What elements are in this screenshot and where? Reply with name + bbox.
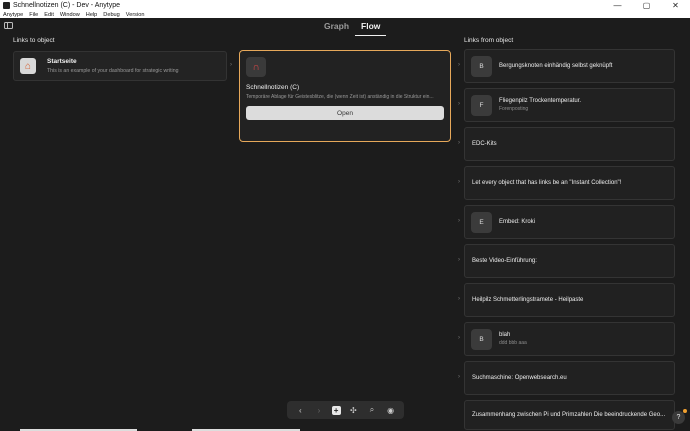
list-item-title: Let every object that has links be an "I…: [472, 180, 622, 186]
current-object-card[interactable]: ∩ Schnellnotizen (C) Temporäre Ablage fü…: [239, 50, 451, 142]
menu-debug[interactable]: Debug: [103, 12, 119, 18]
menu-edit[interactable]: Edit: [44, 12, 54, 18]
list-item-title: EDC-Kits: [472, 141, 497, 147]
plus-icon[interactable]: +: [331, 405, 341, 415]
current-object-title: Schnellnotizen (C): [246, 84, 300, 91]
tab-graph[interactable]: Graph: [318, 19, 355, 36]
list-item-title: Heilpilz Schmetterlingstramete - Heilpas…: [472, 297, 584, 303]
list-item[interactable]: F Fliegenpilz Trockentemperatur. Forenpo…: [464, 88, 675, 122]
forward-icon[interactable]: ›: [313, 406, 325, 415]
house-icon: ⌂: [20, 58, 36, 74]
chevron-right-icon: ›: [458, 257, 460, 263]
chevron-right-icon: ›: [458, 179, 460, 185]
settings-icon[interactable]: ◉: [385, 406, 397, 415]
chevron-right-icon: ›: [458, 101, 460, 107]
list-item-title: Bergungsknoten einhändig selbst geknüpft: [499, 63, 613, 69]
links-from-heading: Links from object: [464, 37, 514, 44]
chevron-right-icon: ›: [458, 218, 460, 224]
links-to-heading: Links to object: [13, 37, 55, 44]
list-item-title: Fliegenpilz Trockentemperatur.: [499, 98, 582, 104]
menu-anytype[interactable]: Anytype: [3, 12, 23, 18]
object-avatar: F: [471, 94, 492, 116]
object-avatar: B: [471, 55, 492, 77]
list-item[interactable]: B Bergungsknoten einhändig selbst geknüp…: [464, 49, 675, 83]
chevron-right-icon: ›: [458, 296, 460, 302]
bottom-toolbar: ‹ › + ✣ ⌕ ◉: [287, 401, 404, 419]
link-to-title: Startseite: [47, 58, 77, 65]
list-item[interactable]: E Embed: Kroki: [464, 205, 675, 239]
object-avatar: E: [471, 211, 492, 233]
back-icon[interactable]: ‹: [294, 406, 306, 415]
list-item[interactable]: Beste Video-Einführung:: [464, 244, 675, 278]
object-avatar: B: [471, 328, 492, 350]
open-button[interactable]: Open: [246, 106, 444, 120]
link-to-card[interactable]: ⌂ Startseite This is an example of your …: [13, 51, 227, 81]
list-item[interactable]: EDC-Kits: [464, 127, 675, 161]
list-item-subtitle: ddd bbb aaa: [499, 340, 527, 346]
chevron-right-icon: ›: [458, 140, 460, 146]
current-object-description: Temporäre Ablage für Geistesblitze, die …: [246, 94, 434, 100]
graph-icon[interactable]: ✣: [347, 406, 359, 415]
link-to-subtitle: This is an example of your dashboard for…: [47, 68, 179, 74]
menu-window[interactable]: Window: [60, 12, 80, 18]
close-button[interactable]: ✕: [661, 0, 690, 11]
list-item-subtitle: Forenposting: [499, 106, 529, 112]
list-item-title: Beste Video-Einführung:: [472, 258, 537, 264]
list-item-title: Suchmaschine: Openwebsearch.eu: [472, 375, 567, 381]
sidebar-toggle-icon[interactable]: [4, 22, 13, 29]
tab-flow[interactable]: Flow: [355, 19, 387, 36]
list-item-title: Embed: Kroki: [499, 219, 536, 225]
window-controls: — ▢ ✕: [603, 0, 690, 11]
main-area: Graph Flow Links to object Links from ob…: [0, 18, 690, 431]
view-tabs: Graph Flow: [318, 19, 387, 36]
list-item[interactable]: Suchmaschine: Openwebsearch.eu: [464, 361, 675, 395]
chevron-right-icon: ›: [458, 335, 460, 341]
chevron-right-icon: ›: [458, 374, 460, 380]
maximize-button[interactable]: ▢: [632, 0, 661, 11]
list-item[interactable]: B blah ddd bbb aaa: [464, 322, 675, 356]
menu-bar: Anytype File Edit Window Help Debug Vers…: [0, 11, 690, 18]
list-item[interactable]: Zusammenhang zwischen Pi und Primzahlen …: [464, 400, 675, 430]
magnet-icon: ∩: [246, 57, 266, 77]
menu-help[interactable]: Help: [86, 12, 98, 18]
list-item-title: blah: [499, 332, 511, 338]
menu-version[interactable]: Version: [126, 12, 145, 18]
help-icon[interactable]: ?: [672, 411, 685, 424]
list-item[interactable]: Heilpilz Schmetterlingstramete - Heilpas…: [464, 283, 675, 317]
notification-dot: [683, 409, 687, 413]
chevron-right-icon: ›: [230, 62, 232, 68]
window-title: Schnellnotizen (C) - Dev - Anytype: [13, 2, 120, 9]
menu-file[interactable]: File: [29, 12, 38, 18]
list-item-title: Zusammenhang zwischen Pi und Primzahlen …: [472, 412, 666, 418]
window-titlebar: Schnellnotizen (C) - Dev - Anytype — ▢ ✕: [0, 0, 690, 11]
minimize-button[interactable]: —: [603, 0, 632, 11]
app-logo-icon: [3, 2, 10, 9]
list-item[interactable]: Let every object that has links be an "I…: [464, 166, 675, 200]
search-icon[interactable]: ⌕: [366, 405, 378, 415]
chevron-right-icon: ›: [458, 62, 460, 68]
